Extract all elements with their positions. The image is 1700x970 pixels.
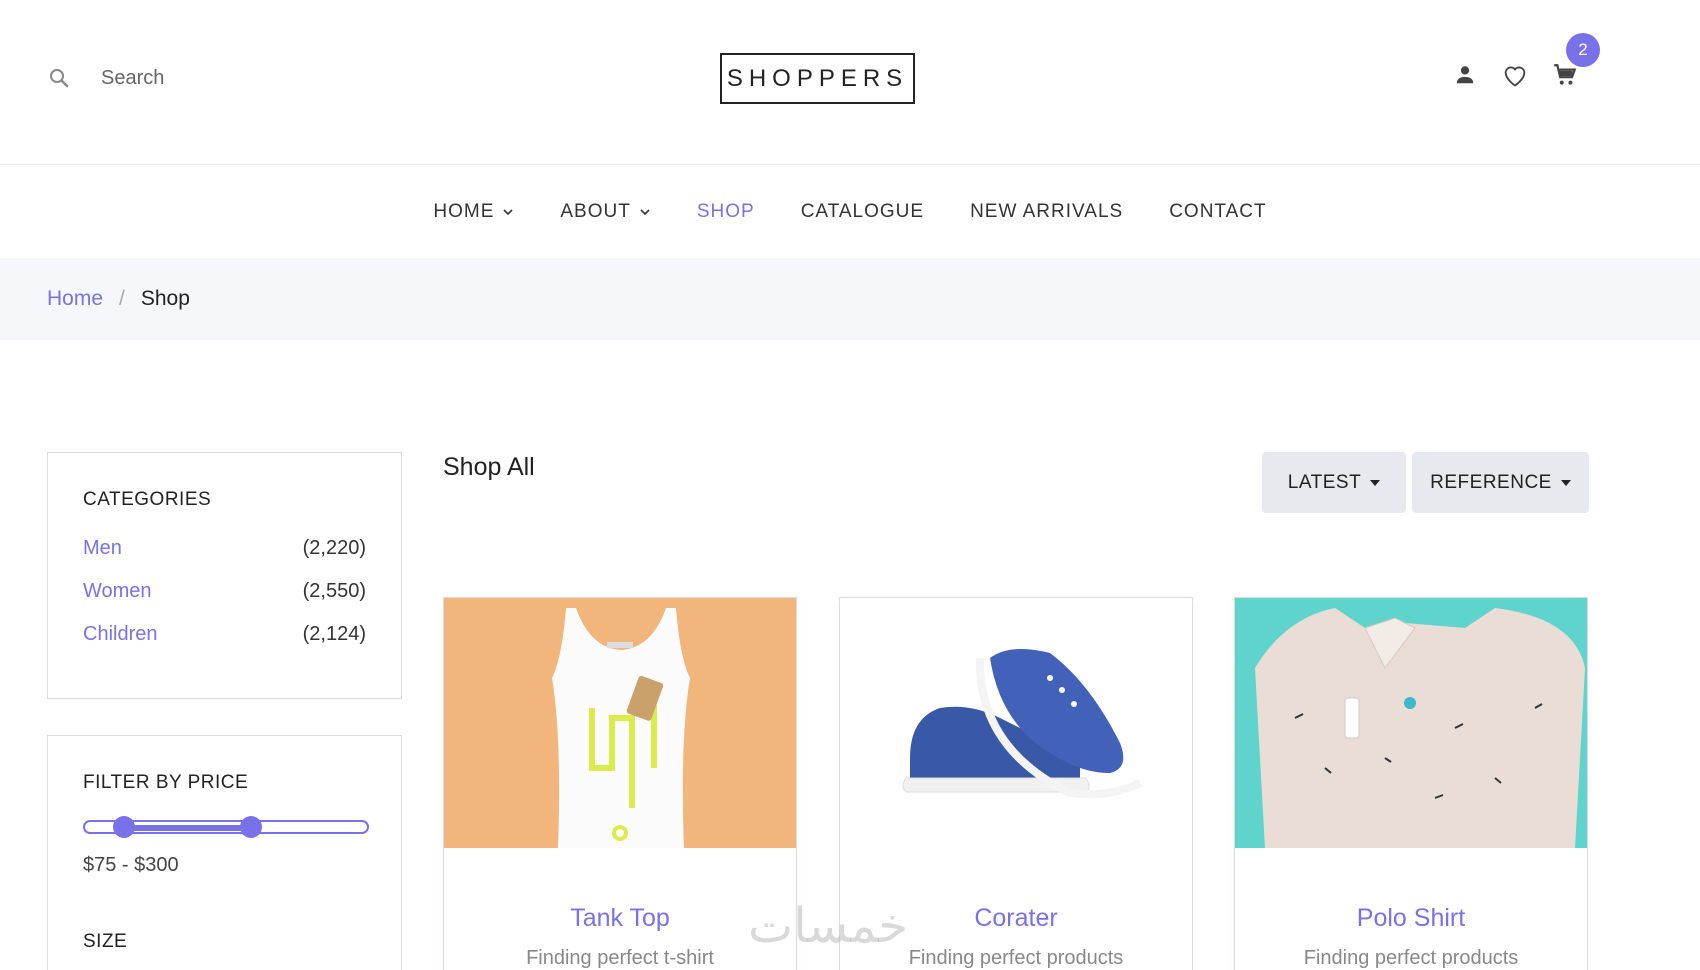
product-card[interactable]: Tank Top Finding perfect t-shirt	[443, 597, 797, 970]
category-name[interactable]: Men	[83, 537, 122, 560]
watermark: خمسات	[748, 898, 909, 954]
site-logo[interactable]: SHOPPERS	[720, 53, 915, 104]
heart-icon[interactable]	[1500, 60, 1530, 90]
caret-down-icon	[1370, 479, 1381, 486]
nav-item-label: HOME	[433, 201, 495, 222]
category-name[interactable]: Women	[83, 580, 152, 603]
nav-item-label: NEW ARRIVALS	[970, 201, 1124, 222]
caret-down-icon	[1560, 479, 1571, 486]
price-max-handle[interactable]	[240, 816, 263, 838]
category-count: (2,220)	[302, 537, 366, 559]
sort-reference-label: REFERENCE	[1430, 471, 1552, 493]
product-description: Finding perfect t-shirt	[526, 947, 714, 969]
sort-latest-label: LATEST	[1287, 471, 1362, 493]
nav-item-shop[interactable]: SHOP	[697, 201, 755, 223]
nav-item-home[interactable]: HOME	[433, 201, 514, 223]
price-range-label: $75 - $300	[83, 854, 179, 876]
breadcrumb-home-link[interactable]: Home	[47, 287, 103, 311]
site-header: Search SHOPPERS 2	[0, 0, 1700, 165]
breadcrumb-current: Shop	[140, 287, 190, 310]
category-name[interactable]: Children	[83, 623, 157, 646]
chevron-down-icon	[640, 209, 650, 216]
tank-top-image[interactable]	[444, 598, 796, 848]
breadcrumb: Home / Shop	[0, 258, 1700, 340]
nav-item-label: SHOP	[696, 201, 755, 222]
chevron-down-icon	[503, 209, 513, 216]
price-range-slider[interactable]	[83, 816, 369, 838]
breadcrumb-separator: /	[119, 287, 125, 310]
nav-item-about[interactable]: ABOUT	[560, 201, 650, 223]
category-item[interactable]: Women (2,550)	[83, 580, 366, 603]
price-range-fill	[124, 825, 252, 831]
cart-count-badge: 2	[1566, 33, 1600, 67]
price-min-handle[interactable]	[113, 816, 136, 838]
header-icons: 2	[1450, 33, 1600, 90]
search-box[interactable]: Search	[47, 66, 164, 90]
nav-item-label: CONTACT	[1169, 201, 1267, 222]
categories-panel: CATEGORIES Men (2,220) Women (2,550) Chi…	[47, 452, 402, 699]
page-title: Shop All	[443, 453, 535, 481]
sort-latest-dropdown[interactable]: LATEST	[1262, 452, 1406, 513]
search-icon[interactable]	[47, 66, 71, 90]
price-filter-title: FILTER BY PRICE	[83, 772, 249, 793]
category-count: (2,550)	[302, 580, 366, 602]
nav-item-contact[interactable]: CONTACT	[1169, 201, 1266, 223]
sneaker-image[interactable]	[840, 598, 1192, 848]
user-icon[interactable]	[1450, 60, 1480, 90]
category-item[interactable]: Children (2,124)	[83, 623, 366, 646]
category-item[interactable]: Men (2,220)	[83, 537, 366, 560]
product-title[interactable]: Tank Top	[444, 904, 796, 933]
categories-title: CATEGORIES	[83, 489, 212, 510]
main-nav: HOME ABOUT SHOP CATALOGUE NEW ARRIVALS C…	[0, 166, 1700, 258]
size-filter-title: SIZE	[83, 931, 128, 952]
polo-shirt-image[interactable]	[1235, 598, 1587, 848]
category-count: (2,124)	[302, 623, 366, 645]
product-card[interactable]: Polo Shirt Finding perfect products	[1234, 597, 1588, 970]
price-filter-panel: FILTER BY PRICE $75 - $300 SIZE	[47, 735, 402, 970]
product-description: Finding perfect products	[1303, 947, 1519, 969]
product-title[interactable]: Polo Shirt	[1235, 904, 1587, 933]
sort-reference-dropdown[interactable]: REFERENCE	[1412, 452, 1589, 513]
cart-icon[interactable]: 2	[1550, 33, 1600, 90]
search-input[interactable]: Search	[101, 67, 164, 90]
nav-item-catalogue[interactable]: CATALOGUE	[801, 201, 924, 223]
nav-item-new-arrivals[interactable]: NEW ARRIVALS	[970, 201, 1123, 223]
nav-item-label: CATALOGUE	[800, 201, 925, 222]
nav-item-label: ABOUT	[560, 201, 631, 222]
